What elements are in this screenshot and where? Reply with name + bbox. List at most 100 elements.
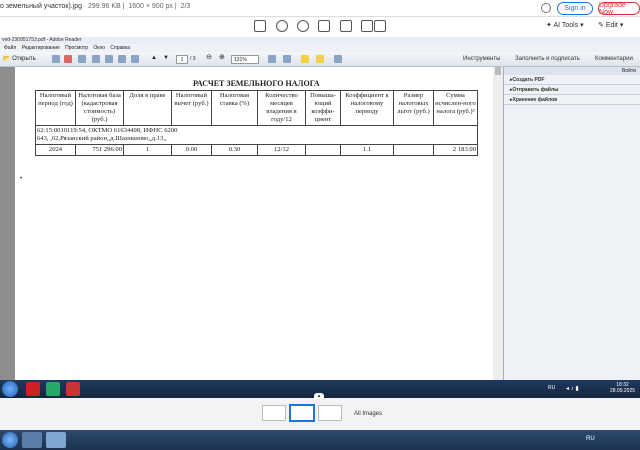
header-share: Доля в праве — [123, 90, 172, 126]
image-counter: 2/3 — [180, 3, 191, 10]
fit-page-icon[interactable] — [268, 55, 276, 63]
cell-period-coefficient: 1.1 — [340, 144, 394, 156]
cell-benefits — [393, 144, 434, 156]
header-period-coefficient: Коэффициент к налоговому периоду — [340, 90, 394, 126]
rotate-right-icon[interactable] — [340, 20, 352, 32]
panel-send-files[interactable]: Отправить файлы — [504, 85, 640, 95]
next-page-icon[interactable]: ▼ — [163, 55, 171, 63]
cloud-icon[interactable] — [92, 55, 100, 63]
cell-months: 12/12 — [257, 144, 306, 156]
scroll-mode-icon[interactable] — [283, 55, 291, 63]
cell-tax-base: 751 296.00 — [75, 144, 124, 156]
file-dimensions: 1600 × 900 px — [128, 3, 173, 10]
file-size: 299.96 KB — [88, 3, 121, 10]
info-cell: 62:15:0010119:54, ОКТМО 61634498, ИФНС 6… — [35, 125, 212, 145]
opera-icon[interactable] — [26, 382, 40, 396]
header-months: Количество месяцев владения в году/12 — [257, 90, 306, 126]
text-cursor-dot: • — [20, 176, 23, 182]
prev-page-icon[interactable]: ▲ — [151, 55, 159, 63]
adobe-window-title: ved-230951753.pdf - Adobe Reader — [0, 37, 640, 44]
page-number-input[interactable]: 1 — [176, 55, 188, 64]
account-icon[interactable] — [541, 3, 551, 13]
panel-create-pdf[interactable]: Создать PDF — [504, 75, 640, 85]
save-icon[interactable] — [105, 55, 113, 63]
file-meta: 299.96 KB | 1600 × 900 px | 2/3 — [88, 3, 191, 10]
info-line-1: 62:15:0010119:54, ОКТМО 61634498, ИФНС 6… — [37, 127, 178, 134]
right-panel: Войти Создать PDF Отправить файлы Хранен… — [503, 67, 640, 380]
cell-tax-sum: 2 183.00 — [433, 144, 478, 156]
email-icon[interactable] — [131, 55, 139, 63]
host-app-icon-1[interactable] — [22, 432, 42, 448]
panel-store-files[interactable]: Хранение файлов — [504, 95, 640, 105]
tray-language[interactable]: RU — [548, 385, 555, 391]
highlight-icon[interactable] — [316, 55, 324, 63]
clock-date: 28.09.2025 — [610, 388, 636, 394]
info-cell-blank — [211, 125, 478, 145]
delete-icon[interactable] — [374, 20, 386, 32]
cell-coefficient — [305, 144, 341, 156]
header-deduction: Налоговый вычет (руб.) — [171, 90, 212, 126]
thumbnail-3[interactable] — [318, 405, 342, 421]
start-button-icon[interactable] — [2, 381, 18, 397]
host-app-icon-2[interactable] — [46, 432, 66, 448]
tools-tab[interactable]: Инструменты — [463, 56, 500, 62]
zoom-in-icon-adobe[interactable]: ⊕ — [219, 53, 227, 61]
edit-button[interactable]: ✎ Edit ▾ — [598, 21, 623, 29]
zoom-out-icon[interactable] — [297, 20, 309, 32]
upgrade-button[interactable]: Upgrade Now — [598, 2, 640, 16]
header-period: Налоговый период (год) — [35, 90, 76, 126]
header-tax-sum: Сумма исчислен-ного налога (руб.)³ — [433, 90, 478, 126]
cell-deduction: 0.00 — [171, 144, 212, 156]
menu-file[interactable]: Файл — [4, 45, 16, 51]
thumbnail-1[interactable] — [262, 405, 286, 421]
fullscreen-icon[interactable] — [334, 55, 342, 63]
fit-icon[interactable] — [254, 20, 266, 32]
info-line-2: 643, ,62,Рязанский район,,д.Шахманово,,д… — [37, 135, 167, 142]
zoom-out-icon-adobe[interactable]: ⊖ — [206, 53, 214, 61]
cell-period: 2024 — [35, 144, 76, 156]
ai-tools-button[interactable]: ✦ AI Tools ▾ — [546, 21, 584, 29]
zoom-in-icon[interactable] — [276, 20, 288, 32]
comments-tab[interactable]: Комментарии — [595, 56, 633, 62]
tax-table: Налоговый период (год) Налоговая база (к… — [35, 90, 478, 156]
menu-edit[interactable]: Редактирование — [22, 45, 60, 51]
export-icon[interactable] — [64, 55, 72, 63]
crop-icon[interactable] — [361, 20, 373, 32]
tray-clock[interactable]: 18:32 28.09.2025 — [610, 382, 635, 394]
cell-share: 1 — [123, 144, 172, 156]
open-button[interactable]: 📂 Открыть — [3, 55, 36, 62]
thumbnail-2-selected[interactable] — [289, 404, 315, 422]
host-taskbar — [0, 430, 640, 450]
menu-window[interactable]: Окно — [93, 45, 105, 51]
all-images-link[interactable]: All Images — [354, 411, 382, 417]
host-start-icon[interactable] — [2, 432, 18, 448]
header-benefits: Размер налоговых льгот (руб.) — [393, 90, 434, 126]
sign-in-button[interactable]: Sign in — [557, 2, 593, 15]
comment-icon[interactable] — [301, 55, 309, 63]
host-language[interactable]: RU — [586, 436, 595, 442]
zoom-select[interactable]: 131% — [231, 55, 259, 64]
header-tax-base: Налоговая база (кадастровая стоимость) (… — [75, 90, 124, 126]
rotate-left-icon[interactable] — [318, 20, 330, 32]
menu-view[interactable]: Просмотр — [65, 45, 88, 51]
cell-rate: 0.30 — [211, 144, 258, 156]
edit-doc-icon[interactable] — [78, 55, 86, 63]
table-row: 2024 751 296.00 1 0.00 0.30 12/12 1.1 2 … — [35, 144, 478, 156]
adobe-menubar: Файл Редактирование Просмотр Окно Справк… — [0, 44, 640, 52]
create-pdf-icon[interactable] — [52, 55, 60, 63]
adobe-reader-icon[interactable] — [66, 382, 80, 396]
menu-help[interactable]: Справка — [110, 45, 130, 51]
page-total: / 3 — [190, 56, 196, 62]
header-coefficient: Повыша-ющий коэффи-циент — [305, 90, 341, 126]
tray-icons[interactable]: ◂ ♪ ▮ — [566, 385, 579, 392]
vertical-scrollbar[interactable] — [493, 67, 503, 380]
collapse-strip-icon[interactable]: ▴ — [314, 393, 324, 399]
print-icon[interactable] — [118, 55, 126, 63]
fill-sign-tab[interactable]: Заполнить и подписать — [515, 56, 580, 62]
app-icon[interactable] — [46, 382, 60, 396]
open-label: Открыть — [12, 56, 36, 62]
scrollbar-thumb[interactable] — [495, 67, 501, 75]
adobe-toolbar: 📂 Открыть ▲ ▼ 1 / 3 ⊖ ⊕ 131% Инструменты… — [0, 52, 640, 67]
viewer-header: о земельный участок).jpg 299.96 KB | 160… — [0, 0, 640, 17]
panel-signin[interactable]: Войти — [504, 67, 640, 75]
